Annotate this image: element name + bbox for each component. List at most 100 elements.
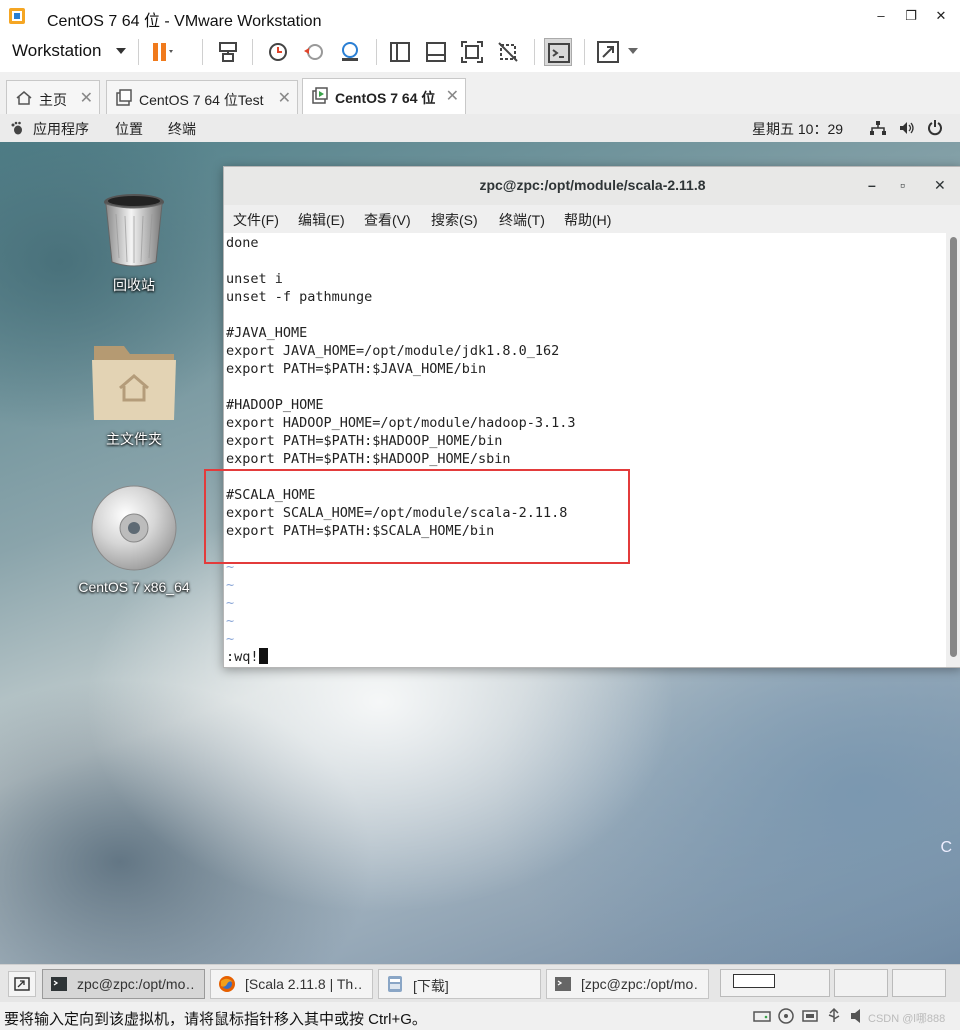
unity-icon <box>498 42 518 62</box>
network-icon[interactable] <box>869 120 887 136</box>
snapshot-button[interactable] <box>264 38 292 66</box>
terminal-line: export HADOOP_HOME=/opt/module/hadoop-3.… <box>226 415 576 431</box>
desktop-icon-trash[interactable]: 回收站 <box>74 192 194 295</box>
chevron-down-icon[interactable] <box>116 48 126 54</box>
tab-label: CentOS 7 64 位Test <box>139 92 264 108</box>
tab-home[interactable]: 主页 ✕ <box>6 80 100 114</box>
menu-help[interactable]: 帮助(H) <box>564 210 611 230</box>
sound-icon[interactable] <box>848 1007 868 1025</box>
workspace-1[interactable] <box>720 969 830 997</box>
scrollbar-thumb[interactable] <box>950 237 957 657</box>
status-message: 要将输入定向到该虚拟机，请将鼠标指针移入其中或按 Ctrl+G。 <box>4 1011 427 1028</box>
menu-search[interactable]: 搜索(S) <box>431 210 478 230</box>
vm-icon <box>116 89 132 106</box>
workspace-window-thumb <box>733 974 775 988</box>
network-adapter-icon[interactable] <box>800 1007 820 1025</box>
taskbar-item-firefox[interactable]: [Scala 2.11.8 | Th… <box>210 969 373 999</box>
restore-button[interactable]: ❐ <box>896 4 926 28</box>
power-icon[interactable] <box>927 119 943 137</box>
volume-icon[interactable] <box>898 120 916 136</box>
highlight-box <box>204 469 630 564</box>
gnome-taskbar: zpc@zpc:/opt/mo… [Scala 2.11.8 | Th… [下载… <box>0 964 960 1003</box>
full-screen-button[interactable] <box>458 38 486 66</box>
desktop-icon-cdrom[interactable]: CentOS 7 x86_64 <box>74 484 194 595</box>
text-cursor <box>258 648 268 664</box>
sidebar-toggle-button[interactable] <box>386 38 414 66</box>
vim-empty-line: ~ <box>226 577 235 593</box>
menu-terminal[interactable]: 终端(T) <box>499 210 545 230</box>
toolbar-divider <box>534 39 535 65</box>
firefox-icon <box>219 976 235 992</box>
desktop-edge-text: C <box>940 839 952 856</box>
tab-centos[interactable]: CentOS 7 64 位 ✕ <box>302 78 466 114</box>
gnome-top-bar: 应用程序 位置 终端 星期五 10：29 <box>0 114 960 143</box>
taskbar-item-downloads[interactable]: [下载] <box>378 969 541 999</box>
thumbnail-toggle-button[interactable] <box>422 38 450 66</box>
vim-empty-line: ~ <box>226 613 235 629</box>
menu-view[interactable]: 查看(V) <box>364 210 411 230</box>
show-desktop-button[interactable] <box>8 971 36 997</box>
minimize-button[interactable]: – <box>866 4 896 28</box>
terminal-icon <box>51 977 67 991</box>
terminal-icon <box>555 977 571 991</box>
taskbar-item-terminal-2[interactable]: [zpc@zpc:/opt/mo… <box>546 969 709 999</box>
workspace-3[interactable] <box>892 969 946 997</box>
chevron-down-icon[interactable] <box>628 48 638 54</box>
terminal-line: done <box>226 235 259 251</box>
terminal-close-button[interactable]: ✕ <box>934 177 946 194</box>
terminal-app-menu[interactable]: 终端 <box>168 119 196 139</box>
taskbar-item-terminal[interactable]: zpc@zpc:/opt/mo… <box>42 969 205 999</box>
tab-centos-test[interactable]: CentOS 7 64 位Test ✕ <box>106 80 298 114</box>
revert-snapshot-button[interactable] <box>300 38 328 66</box>
toolbar-divider <box>202 39 203 65</box>
close-icon[interactable]: ✕ <box>80 88 93 108</box>
terminal-content[interactable]: done unset i unset -f pathmunge #JAVA_HO… <box>224 233 946 666</box>
vim-command-line[interactable]: :wq! <box>226 648 268 666</box>
toolbar-divider <box>376 39 377 65</box>
desktop-icon-label: CentOS 7 x86_64 <box>78 579 190 595</box>
workspace-2[interactable] <box>834 969 888 997</box>
console-view-button[interactable] <box>544 38 572 66</box>
terminal-maximize-button[interactable]: ▫ <box>900 177 905 193</box>
taskbar-item-label: [zpc@zpc:/opt/mo… <box>581 976 699 992</box>
applications-menu[interactable]: 应用程序 <box>33 119 89 139</box>
terminal-line: #JAVA_HOME <box>226 325 308 341</box>
menu-edit[interactable]: 编辑(E) <box>298 210 345 230</box>
console-icon <box>548 43 570 63</box>
usb-icon[interactable] <box>824 1007 844 1025</box>
send-keys-button[interactable] <box>214 38 242 66</box>
cd-drive-icon[interactable] <box>776 1007 796 1025</box>
home-folder-icon <box>92 346 176 420</box>
revert-clock-icon <box>304 44 323 60</box>
vim-command: :wq! <box>226 649 259 665</box>
close-icon[interactable]: ✕ <box>278 88 291 108</box>
stretch-button[interactable] <box>594 38 622 66</box>
terminal-titlebar[interactable]: zpc@zpc:/opt/module/scala-2.11.8 – ▫ ✕ <box>224 167 960 206</box>
toolbar-divider <box>584 39 585 65</box>
pause-button[interactable] <box>148 38 176 66</box>
terminal-scrollbar[interactable] <box>946 233 960 667</box>
terminal-line: export PATH=$PATH:$JAVA_HOME/bin <box>226 361 487 377</box>
vmware-titlebar: CentOS 7 64 位 - VMware Workstation – ❐ ✕ <box>0 0 960 32</box>
toolbar-divider <box>138 39 139 65</box>
close-button[interactable]: ✕ <box>926 4 956 28</box>
unity-button[interactable] <box>494 38 522 66</box>
terminal-title: zpc@zpc:/opt/module/scala-2.11.8 <box>479 177 706 193</box>
terminal-line: export JAVA_HOME=/opt/module/jdk1.8.0_16… <box>226 343 560 359</box>
home-icon <box>16 91 32 105</box>
menu-file[interactable]: 文件(F) <box>233 210 279 230</box>
workstation-menu[interactable]: Workstation <box>12 41 101 61</box>
hard-disk-icon[interactable] <box>752 1007 772 1025</box>
places-menu[interactable]: 位置 <box>115 119 143 139</box>
terminal-minimize-button[interactable]: – <box>868 177 876 193</box>
file-manager-icon <box>388 976 402 992</box>
desktop-icon-home-folder[interactable]: 主文件夹 <box>74 338 194 449</box>
close-icon[interactable]: ✕ <box>446 86 459 106</box>
clock[interactable]: 星期五 10：29 <box>752 119 843 139</box>
terminal-window[interactable]: zpc@zpc:/opt/module/scala-2.11.8 – ▫ ✕ 文… <box>223 166 960 668</box>
terminal-line: export PATH=$PATH:$HADOOP_HOME/bin <box>226 433 503 449</box>
vm-running-icon <box>312 87 328 104</box>
terminal-line: unset i <box>226 271 283 287</box>
terminal-line: unset -f pathmunge <box>226 289 373 305</box>
snapshot-manager-button[interactable] <box>336 38 364 66</box>
